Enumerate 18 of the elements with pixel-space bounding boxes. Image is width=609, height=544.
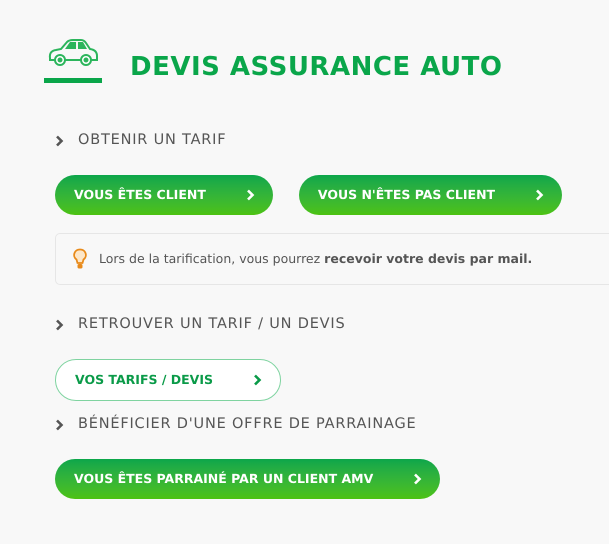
action-button[interactable]: VOUS ÊTES PARRAINÉ PAR UN CLIENT AMV bbox=[55, 459, 440, 499]
section-heading: RETROUVER UN TARIF / UN DEVIS bbox=[78, 315, 346, 334]
car-icon bbox=[47, 38, 99, 68]
chevron-icon bbox=[55, 419, 64, 431]
chevron-icon bbox=[55, 135, 64, 147]
chevron-icon bbox=[246, 189, 255, 201]
action-button[interactable]: VOS TARIFS / DEVIS bbox=[55, 359, 281, 401]
chevron-icon bbox=[253, 374, 262, 386]
section-heading: BÉNÉFICIER D'UNE OFFRE DE PARRAINAGE bbox=[78, 414, 416, 434]
info-text: Lors de la tarification, vous pourrez recevoir votre devis par mail. bbox=[99, 250, 532, 268]
lightbulb-icon bbox=[73, 248, 87, 270]
action-button[interactable]: VOUS ÊTES CLIENT bbox=[55, 175, 273, 215]
action-button[interactable]: VOUS N'ÊTES PAS CLIENT bbox=[298, 175, 562, 215]
chevron-icon bbox=[55, 319, 64, 331]
chevron-icon bbox=[535, 189, 544, 201]
page-title: DEVIS ASSURANCE AUTO bbox=[130, 51, 503, 84]
section-heading: OBTENIR UN TARIF bbox=[78, 131, 226, 150]
chevron-icon bbox=[413, 473, 422, 485]
